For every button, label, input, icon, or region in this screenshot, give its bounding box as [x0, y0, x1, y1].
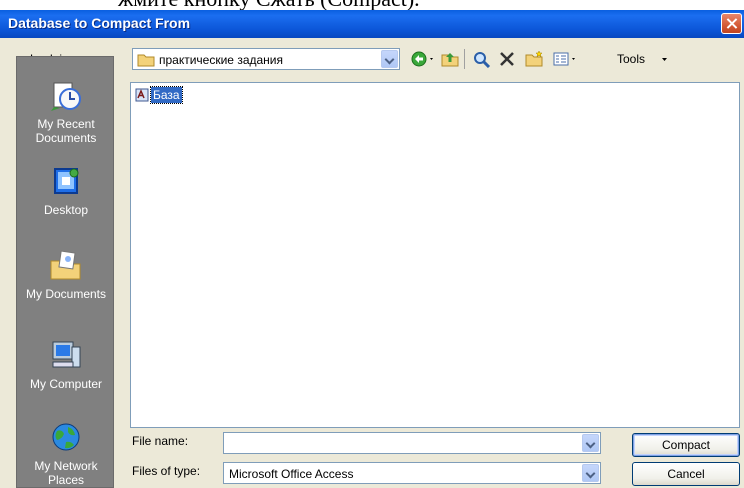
compact-database-dialog: Database to Compact From Look in: практи… — [0, 10, 744, 488]
place-my-network-places[interactable]: My Network Places — [17, 421, 115, 487]
my-documents-icon — [50, 250, 81, 280]
file-list[interactable]: База — [130, 82, 740, 428]
look-in-dropdown-arrow[interactable] — [381, 50, 398, 68]
place-label: Desktop — [43, 203, 89, 217]
search-web-icon[interactable] — [472, 50, 492, 68]
toolbar-separator — [464, 49, 465, 69]
place-label: My Network Places — [34, 459, 98, 487]
place-desktop[interactable]: Desktop — [17, 165, 115, 217]
compact-button[interactable]: Compact — [632, 433, 740, 457]
look-in-value: практические задания — [159, 53, 283, 67]
up-one-level-icon[interactable] — [440, 50, 460, 68]
cancel-button[interactable]: Cancel — [632, 462, 740, 486]
background-document-text: жмите кнопку Сжать (Compact). — [0, 0, 744, 10]
new-folder-icon[interactable] — [524, 50, 544, 68]
place-my-recent-documents[interactable]: My Recent Documents — [17, 79, 115, 145]
folder-icon — [137, 54, 155, 67]
place-my-computer[interactable]: My Computer — [17, 339, 115, 391]
desktop-icon — [54, 168, 79, 194]
title-bar[interactable]: Database to Compact From — [0, 10, 744, 38]
tools-dropdown-arrow-icon[interactable] — [660, 50, 670, 68]
file-type-label: Files of type: — [132, 464, 201, 478]
file-type-dropdown-arrow[interactable] — [582, 464, 599, 482]
place-my-documents[interactable]: My Documents — [17, 249, 115, 301]
file-name-label: File name: — [132, 434, 189, 448]
toolbar: Tools — [410, 48, 740, 70]
network-places-icon — [52, 423, 80, 451]
back-icon[interactable] — [410, 50, 438, 68]
file-name-dropdown-arrow[interactable] — [582, 434, 599, 452]
look-in-dropdown[interactable]: практические задания — [132, 48, 400, 70]
my-computer-icon — [52, 341, 81, 368]
tools-menu[interactable]: Tools — [617, 52, 645, 66]
views-icon[interactable] — [552, 50, 584, 68]
file-type-value: Microsoft Office Access — [229, 467, 354, 481]
place-label: My Documents — [25, 287, 107, 301]
place-label: My Recent Documents — [35, 117, 97, 145]
recent-documents-icon — [51, 82, 81, 111]
places-bar: My Recent Documents Desktop My Documents — [16, 56, 114, 488]
file-name-input[interactable] — [223, 432, 601, 454]
file-type-dropdown[interactable]: Microsoft Office Access — [223, 462, 601, 484]
access-database-icon — [135, 88, 149, 102]
place-label: My Computer — [29, 377, 103, 391]
dialog-title: Database to Compact From — [8, 15, 191, 31]
delete-icon[interactable] — [498, 50, 516, 68]
close-button[interactable] — [721, 13, 742, 34]
file-name-label: База — [150, 86, 183, 104]
